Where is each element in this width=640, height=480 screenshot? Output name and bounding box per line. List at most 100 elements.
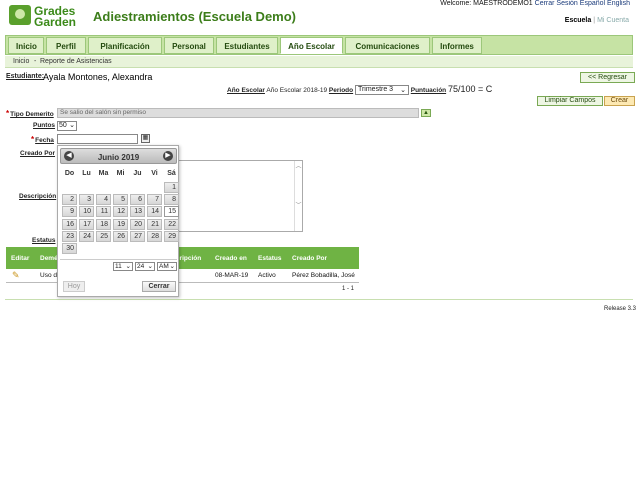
descripcion-label: Descripción — [19, 193, 57, 200]
col-creado-por: Creado Por — [292, 255, 328, 262]
cell-estatus: Activo — [258, 272, 276, 279]
hour-select[interactable]: 11 ⌄ — [113, 262, 133, 271]
calendar-day[interactable]: 30 — [62, 243, 77, 254]
school-link[interactable]: Escuela — [565, 17, 591, 24]
calendar-day[interactable]: 19 — [113, 218, 128, 230]
chevron-up-icon[interactable]: ▲ — [421, 109, 431, 117]
required-icon: * — [31, 135, 35, 144]
calendar-day[interactable]: 2 — [62, 194, 77, 206]
breadcrumb-home[interactable]: Inicio — [13, 58, 29, 65]
calendar-day[interactable]: 12 — [113, 206, 128, 218]
textarea-scrollbar[interactable]: ︿ ﹀ — [294, 161, 302, 231]
tipo-demerito-field[interactable]: Se salio del salón sin permiso — [57, 108, 419, 118]
fecha-label: *Fecha — [31, 135, 54, 144]
calendar-day[interactable]: 23 — [62, 230, 77, 242]
ampm-select[interactable]: AM ⌄ — [157, 262, 177, 271]
create-button[interactable]: Crear — [604, 96, 635, 106]
calendar-day[interactable]: 14 — [147, 206, 162, 218]
calendar-day[interactable]: 4 — [96, 194, 111, 206]
logo-line2: Garden — [34, 15, 77, 29]
year-label: Año Escolar — [227, 87, 265, 94]
tipo-demerito-label: *Tipo Demerito — [6, 109, 54, 118]
account-link[interactable]: Mi Cuenta — [597, 17, 629, 24]
divider — [60, 259, 177, 260]
calendar-day[interactable]: 15 — [164, 206, 179, 218]
calendar-day[interactable]: 28 — [147, 230, 162, 242]
col-editar: Editar — [11, 255, 30, 262]
calendar-day[interactable]: 6 — [130, 194, 145, 206]
page-title: Adiestramientos (Escuela Demo) — [93, 9, 297, 24]
calendar-day[interactable]: 26 — [113, 230, 128, 242]
tab-planificacion[interactable]: Planificación — [88, 37, 162, 54]
puntos-select[interactable]: 50 ⌄ — [57, 121, 77, 131]
calendar-day[interactable]: 20 — [130, 218, 145, 230]
month-title: Junio 2019 — [97, 153, 140, 162]
cell-creado-en: 08-MAR-19 — [215, 272, 249, 279]
calendar-icon[interactable]: ▦ — [141, 134, 150, 143]
tab-perfil[interactable]: Perfil — [46, 37, 86, 54]
release-text: Release 3.3 — [604, 306, 637, 312]
calendar-day[interactable]: 8 — [164, 194, 179, 206]
student-label: Estudiante: — [6, 73, 45, 80]
breadcrumb: Inicio - Reporte de Asistencias — [5, 56, 633, 68]
tab-ano-escolar[interactable]: Año Escolar — [280, 37, 343, 54]
date-picker-header: ◀ Junio 2019 ▶ — [60, 148, 177, 164]
minute-select[interactable]: 24 ⌄ — [135, 262, 155, 271]
required-icon: * — [6, 109, 10, 118]
puntos-label: Puntos — [33, 122, 56, 129]
fecha-input[interactable] — [57, 134, 138, 144]
calendar-day[interactable]: 22 — [164, 218, 179, 230]
breadcrumb-sep: - — [34, 58, 37, 65]
tab-informes[interactable]: Informes — [432, 37, 482, 54]
tab-inicio[interactable]: Inicio — [8, 37, 44, 54]
welcome-text: Welcome: MAESTRODEMO1 — [440, 0, 533, 7]
tab-personal[interactable]: Personal — [164, 37, 214, 54]
calendar-day[interactable]: 10 — [79, 206, 94, 218]
calendar-day[interactable]: 13 — [130, 206, 145, 218]
calendar-day[interactable]: 7 — [147, 194, 162, 206]
calendar-day[interactable]: 25 — [96, 230, 111, 242]
calendar-day[interactable]: 21 — [147, 218, 162, 230]
context-separator: | — [593, 17, 596, 24]
logout-link[interactable]: Cerrar Sesión — [535, 0, 578, 7]
tab-estudiantes[interactable]: Estudiantes — [216, 37, 278, 54]
today-button[interactable]: Hoy — [63, 281, 85, 292]
period-select[interactable]: Trimestre 3 ⌄ — [354, 85, 409, 96]
context-switch: Escuela | Mi Cuenta — [565, 17, 629, 24]
divider — [5, 299, 633, 300]
lang-es-link[interactable]: Español — [580, 0, 605, 7]
calendar-day[interactable]: 11 — [96, 206, 111, 218]
calendar-day[interactable]: 3 — [79, 194, 94, 206]
tab-comunicaciones[interactable]: Comunicaciones — [345, 37, 430, 54]
weekday-header: Lu — [82, 170, 91, 177]
close-button[interactable]: Cerrar — [142, 281, 176, 292]
top-links: Welcome: MAESTRODEMO1 Cerrar Sesión Espa… — [434, 0, 630, 7]
period-label: Periodo — [328, 87, 354, 94]
main-nav: Inicio Perfil Planificación Personal Est… — [5, 35, 633, 55]
year-value: Año Escolar 2018-19 — [266, 87, 328, 94]
period-value: Trimestre 3 — [357, 86, 394, 94]
score-label: Puntuación — [410, 87, 447, 94]
calendar-day[interactable]: 18 — [96, 218, 111, 230]
score-value: 75/100 = C — [447, 84, 493, 94]
estatus-label: Estatus — [32, 237, 56, 244]
calendar-day[interactable]: 24 — [79, 230, 94, 242]
next-month-icon[interactable]: ▶ — [163, 151, 173, 161]
weekday-header: Vi — [151, 170, 158, 177]
date-picker: ◀ Junio 2019 ▶ Do Lu Ma Mi Ju Vi Sá 1234567891… — [57, 145, 179, 297]
calendar-day[interactable]: 5 — [113, 194, 128, 206]
pencil-icon[interactable]: ✎ — [12, 271, 22, 280]
calendar-day[interactable]: 29 — [164, 230, 179, 242]
calendar-day[interactable]: 1 — [164, 182, 179, 193]
calendar-day[interactable]: 17 — [79, 218, 94, 230]
weekday-header: Ma — [98, 170, 109, 177]
weekday-header: Ju — [133, 170, 142, 177]
calendar-day[interactable]: 16 — [62, 218, 77, 230]
lang-en-link[interactable]: English — [607, 0, 630, 7]
student-name: Ayala Montones, Alexandra — [43, 72, 153, 82]
calendar-day[interactable]: 9 — [62, 206, 77, 218]
calendar-day[interactable]: 27 — [130, 230, 145, 242]
back-button[interactable]: << Regresar — [580, 72, 635, 83]
breadcrumb-current[interactable]: Reporte de Asistencias — [40, 58, 112, 65]
clear-fields-button[interactable]: Limpiar Campos — [537, 96, 603, 106]
